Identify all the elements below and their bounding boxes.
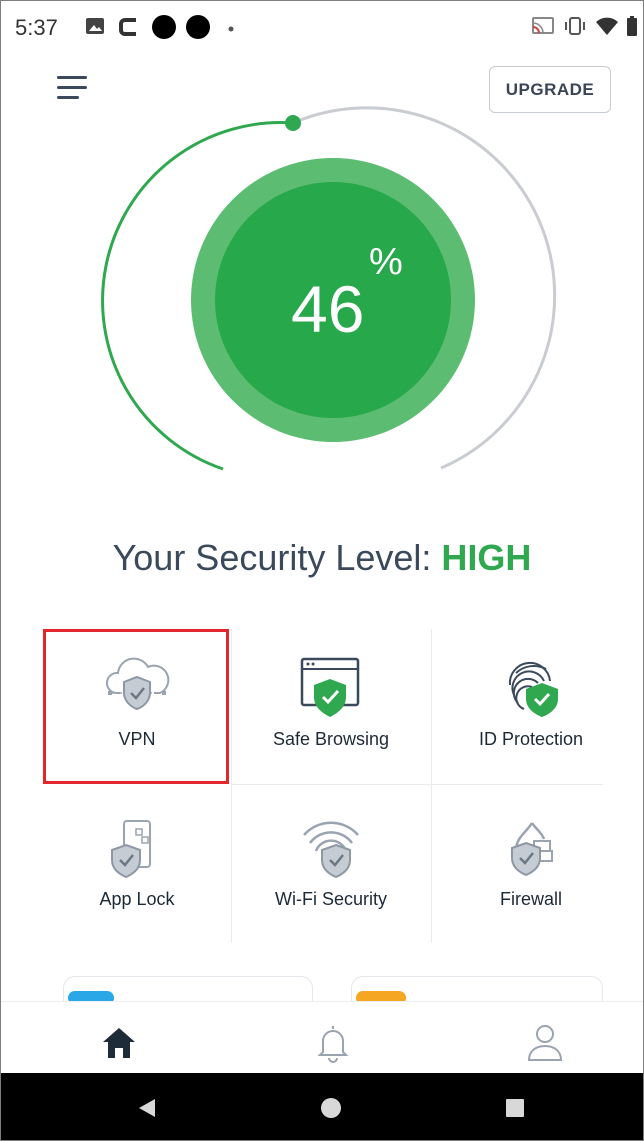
back-icon[interactable] — [135, 1097, 157, 1119]
phone-lock-shield-icon — [111, 820, 151, 879]
system-nav-bar — [1, 1073, 643, 1140]
feature-label: ID Protection — [478, 729, 584, 749]
vibrate-icon — [565, 17, 585, 35]
browser-shield-icon — [300, 657, 360, 717]
security-level-label: Your Security Level: — [112, 537, 442, 578]
small-dot-icon — [228, 26, 234, 32]
menu-icon[interactable] — [57, 76, 91, 102]
recents-icon[interactable] — [505, 1098, 525, 1118]
security-level-value: HIGH — [441, 537, 532, 578]
c-app-icon — [119, 18, 136, 36]
battery-icon — [627, 16, 637, 36]
status-bar: 5:37 — [1, 1, 643, 61]
dot-icon — [186, 15, 210, 39]
firewall-shield-icon — [511, 822, 553, 877]
app-window: 5:37 UPGRADE 46 % Your Security Level: H… — [0, 0, 644, 1141]
wifi-shield-icon — [303, 821, 359, 879]
home-circle-icon[interactable] — [319, 1096, 343, 1120]
status-time: 5:37 — [15, 15, 58, 40]
profile-icon[interactable] — [523, 1020, 567, 1064]
feature-label: Wi-Fi Security — [275, 889, 387, 909]
feature-safe-browsing[interactable]: Safe Browsing — [237, 629, 425, 783]
image-icon — [86, 18, 104, 34]
feature-id-protection[interactable]: ID Protection — [437, 629, 625, 783]
home-icon[interactable] — [97, 1020, 141, 1064]
feature-label: App Lock — [99, 889, 175, 909]
feature-wifi-security[interactable]: Wi-Fi Security — [237, 789, 425, 943]
vpn-selection-highlight — [43, 629, 229, 784]
bottom-nav — [1, 1001, 643, 1074]
percent-sign: % — [369, 241, 403, 283]
security-level: Your Security Level: HIGH — [1, 537, 643, 579]
bell-icon[interactable] — [311, 1020, 355, 1064]
cast-icon — [532, 17, 554, 34]
fingerprint-shield-icon — [508, 661, 558, 717]
feature-app-lock[interactable]: App Lock — [43, 789, 231, 943]
security-score: 46 — [291, 272, 365, 346]
feature-firewall[interactable]: Firewall — [437, 789, 625, 943]
gauge-knob — [285, 115, 301, 131]
feature-label: Safe Browsing — [272, 729, 390, 749]
wifi-icon — [596, 17, 618, 35]
dot-icon — [152, 15, 176, 39]
feature-label: Firewall — [499, 889, 562, 909]
